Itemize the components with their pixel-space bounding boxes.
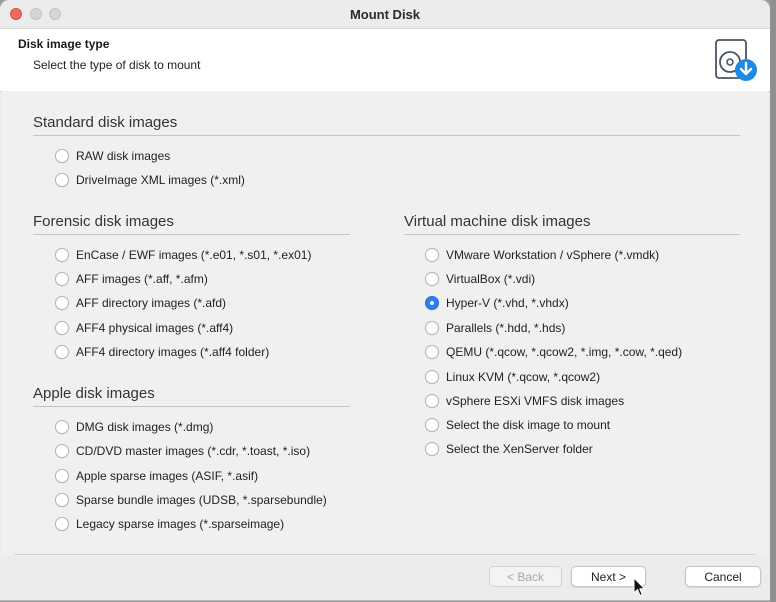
step-title: Disk image type xyxy=(18,37,110,51)
radio-button[interactable] xyxy=(425,370,439,384)
option-cd-dvd-master[interactable]: CD/DVD master images (*.cdr, *.toast, *.… xyxy=(55,441,310,461)
option-qemu[interactable]: QEMU (*.qcow, *.qcow2, *.img, *.cow, *.q… xyxy=(425,342,682,362)
option-aff4-physical[interactable]: AFF4 physical images (*.aff4) xyxy=(55,318,233,338)
radio-button[interactable] xyxy=(425,442,439,456)
option-label: Linux KVM (*.qcow, *.qcow2) xyxy=(446,370,601,384)
option-label: RAW disk images xyxy=(76,149,171,163)
radio-button[interactable] xyxy=(55,272,69,286)
option-label: Apple sparse images (ASIF, *.asif) xyxy=(76,469,259,483)
radio-button[interactable] xyxy=(425,418,439,432)
background-window-edge xyxy=(770,0,776,602)
radio-button[interactable] xyxy=(55,345,69,359)
option-parallels[interactable]: Parallels (*.hdd, *.hds) xyxy=(425,318,565,338)
radio-button[interactable] xyxy=(55,248,69,262)
group-title-apple: Apple disk images xyxy=(33,385,155,402)
radio-button[interactable] xyxy=(425,248,439,262)
group-divider xyxy=(33,234,350,235)
option-raw[interactable]: RAW disk images xyxy=(55,146,170,166)
radio-button[interactable] xyxy=(425,345,439,359)
radio-button[interactable] xyxy=(55,469,69,483)
option-dmg[interactable]: DMG disk images (*.dmg) xyxy=(55,417,213,437)
disk-download-icon xyxy=(715,39,757,81)
group-divider xyxy=(33,135,740,136)
option-label: vSphere ESXi VMFS disk images xyxy=(446,394,625,408)
option-aff[interactable]: AFF images (*.aff, *.afm) xyxy=(55,269,208,289)
option-label: DriveImage XML images (*.xml) xyxy=(76,173,245,187)
mouse-pointer-icon xyxy=(633,577,645,596)
option-label: AFF directory images (*.afd) xyxy=(76,296,227,310)
option-label: VirtualBox (*.vdi) xyxy=(446,272,536,286)
radio-button[interactable] xyxy=(55,149,69,163)
radio-button[interactable] xyxy=(55,444,69,458)
back-button[interactable]: < Back xyxy=(489,566,562,587)
radio-button[interactable] xyxy=(425,272,439,286)
option-label: AFF images (*.aff, *.afm) xyxy=(76,272,208,286)
option-aff4-directory[interactable]: AFF4 directory images (*.aff4 folder) xyxy=(55,342,269,362)
option-label: AFF4 physical images (*.aff4) xyxy=(76,321,234,335)
mount-disk-window: Mount Disk Disk image type Select the ty… xyxy=(0,0,770,600)
option-driveimage-xml[interactable]: DriveImage XML images (*.xml) xyxy=(55,170,245,190)
radio-button[interactable] xyxy=(425,394,439,408)
group-divider xyxy=(33,406,350,407)
group-title-virtual-machine: Virtual machine disk images xyxy=(404,213,591,230)
title-bar: Mount Disk xyxy=(0,0,770,28)
radio-button[interactable] xyxy=(55,420,69,434)
option-label: EnCase / EWF images (*.e01, *.s01, *.ex0… xyxy=(76,248,312,262)
option-linux-kvm[interactable]: Linux KVM (*.qcow, *.qcow2) xyxy=(425,367,600,387)
option-label: QEMU (*.qcow, *.qcow2, *.img, *.cow, *.q… xyxy=(446,345,683,359)
option-sparse-bundle[interactable]: Sparse bundle images (UDSB, *.sparsebund… xyxy=(55,490,327,510)
radio-button[interactable] xyxy=(55,173,69,187)
option-select-xenserver-folder[interactable]: Select the XenServer folder xyxy=(425,439,593,459)
radio-button-selected[interactable] xyxy=(425,296,439,310)
radio-button[interactable] xyxy=(55,296,69,310)
option-hyper-v[interactable]: Hyper-V (*.vhd, *.vhdx) xyxy=(425,293,569,313)
option-aff-directory[interactable]: AFF directory images (*.afd) xyxy=(55,293,226,313)
option-label: Select the XenServer folder xyxy=(446,442,593,456)
option-label: Legacy sparse images (*.sparseimage) xyxy=(76,517,285,531)
option-label: VMware Workstation / vSphere (*.vmdk) xyxy=(446,248,660,262)
option-label: Select the disk image to mount xyxy=(446,418,611,432)
option-label: DMG disk images (*.dmg) xyxy=(76,420,214,434)
wizard-header: Disk image type Select the type of disk … xyxy=(0,28,770,92)
radio-button[interactable] xyxy=(55,493,69,507)
option-apple-sparse[interactable]: Apple sparse images (ASIF, *.asif) xyxy=(55,466,258,486)
radio-button[interactable] xyxy=(55,517,69,531)
option-label: Sparse bundle images (UDSB, *.sparsebund… xyxy=(76,493,327,507)
footer-divider xyxy=(14,554,756,555)
window-title: Mount Disk xyxy=(349,7,421,22)
option-vmware[interactable]: VMware Workstation / vSphere (*.vmdk) xyxy=(425,245,659,265)
radio-button[interactable] xyxy=(425,321,439,335)
group-title-forensic: Forensic disk images xyxy=(33,213,174,230)
option-virtualbox[interactable]: VirtualBox (*.vdi) xyxy=(425,269,535,289)
option-vsphere-esxi-vmfs[interactable]: vSphere ESXi VMFS disk images xyxy=(425,391,624,411)
radio-button[interactable] xyxy=(55,321,69,335)
group-title-standard: Standard disk images xyxy=(33,114,178,131)
option-label: AFF4 directory images (*.aff4 folder) xyxy=(76,345,270,359)
option-label: Hyper-V (*.vhd, *.vhdx) xyxy=(446,296,569,310)
option-label: CD/DVD master images (*.cdr, *.toast, *.… xyxy=(76,444,311,458)
cancel-button[interactable]: Cancel xyxy=(685,566,761,587)
option-select-disk-image[interactable]: Select the disk image to mount xyxy=(425,415,610,435)
group-divider xyxy=(404,234,740,235)
option-legacy-sparse[interactable]: Legacy sparse images (*.sparseimage) xyxy=(55,514,284,534)
option-encase-ewf[interactable]: EnCase / EWF images (*.e01, *.s01, *.ex0… xyxy=(55,245,311,265)
option-label: Parallels (*.hdd, *.hds) xyxy=(446,321,566,335)
step-subtitle: Select the type of disk to mount xyxy=(33,58,201,72)
